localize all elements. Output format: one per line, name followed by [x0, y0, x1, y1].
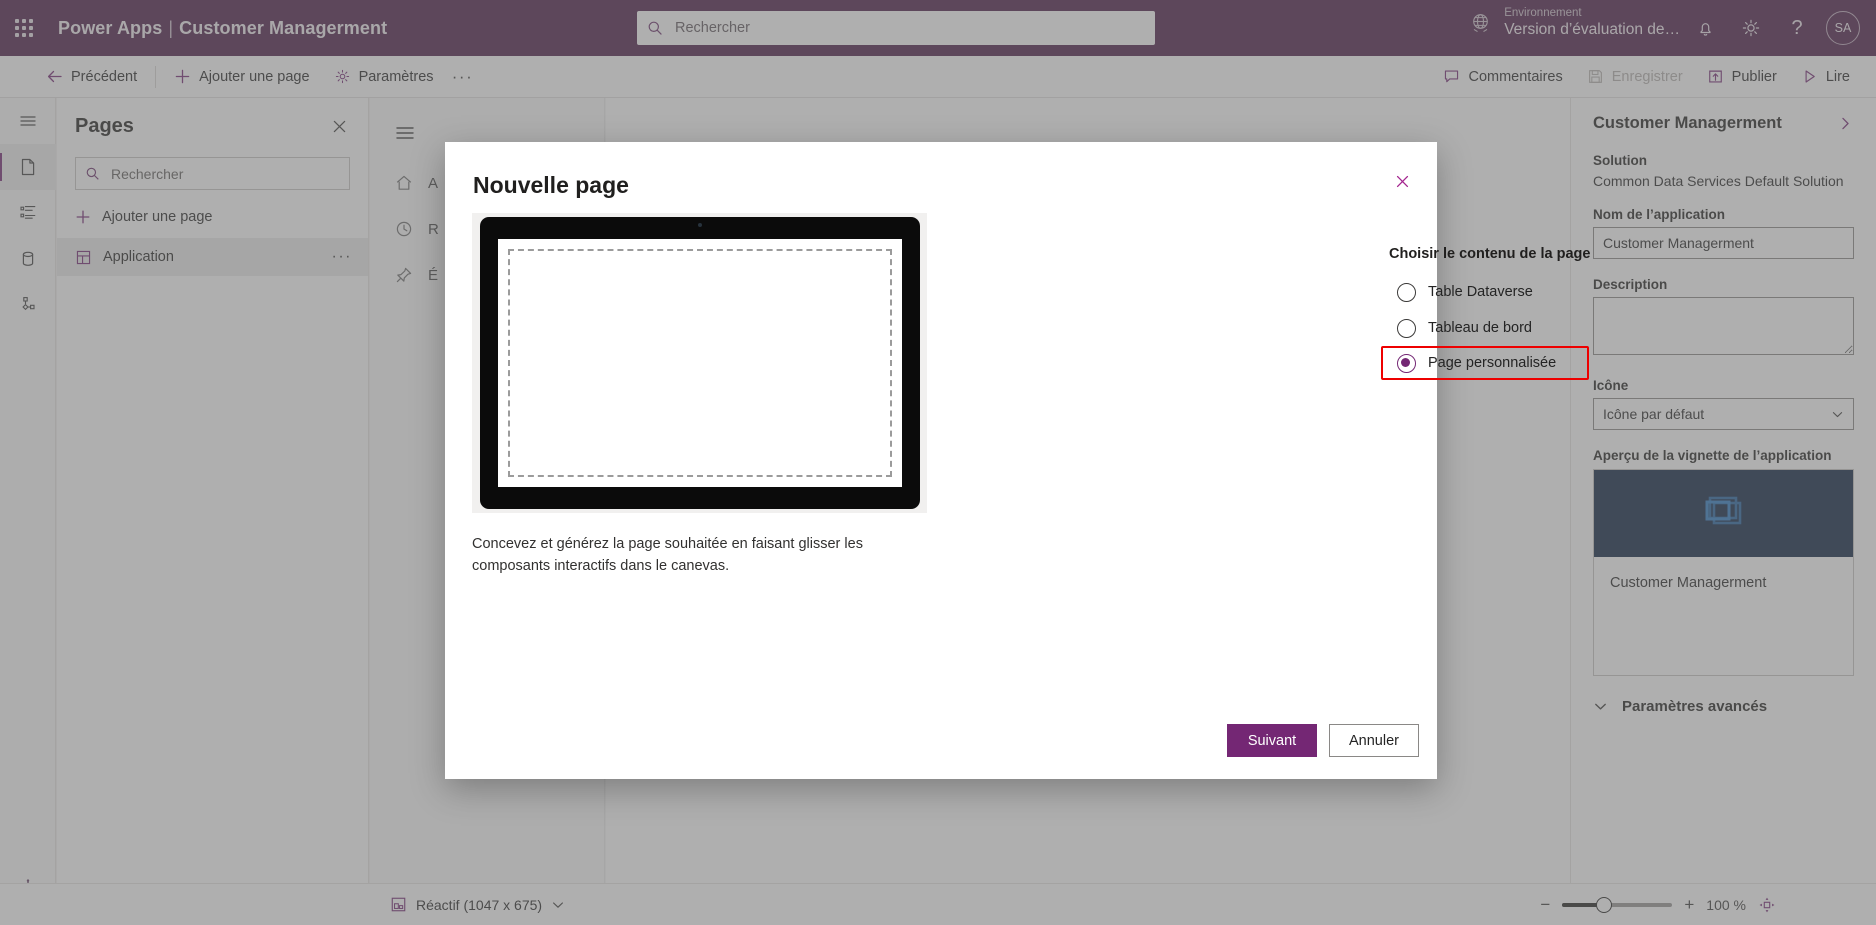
radio-icon: [1397, 318, 1416, 338]
radio-option-dataverse-table-label: Table Dataverse: [1428, 284, 1533, 300]
radio-option-dataverse-table[interactable]: Table Dataverse: [1389, 274, 1809, 310]
close-icon[interactable]: [1385, 164, 1419, 198]
page-type-preview: [472, 213, 927, 513]
power-apps-designer: Power Apps|Customer Managerment Environn…: [0, 0, 1876, 925]
dialog-actions: Suivant Annuler: [1227, 724, 1419, 757]
new-page-dialog: Nouvelle page Concevez et générez la pag…: [445, 142, 1590, 779]
device-frame-illustration: [479, 217, 920, 509]
device-dashed-region: [507, 249, 892, 477]
radio-icon-checked: [1397, 353, 1416, 373]
device-screen: [497, 239, 902, 487]
next-button[interactable]: Suivant: [1227, 724, 1317, 757]
radio-icon: [1397, 282, 1416, 302]
radio-option-dashboard[interactable]: Tableau de bord: [1389, 310, 1809, 346]
page-content-options-label: Choisir le contenu de la page: [1389, 246, 1591, 262]
radio-option-custom-page[interactable]: Page personnalisée: [1381, 346, 1589, 380]
dialog-description: Concevez et générez la page souhaitée en…: [472, 536, 863, 575]
dialog-title: Nouvelle page: [473, 172, 629, 198]
radio-option-dashboard-label: Tableau de bord: [1428, 320, 1532, 336]
radio-option-custom-page-label: Page personnalisée: [1428, 355, 1557, 371]
cancel-button[interactable]: Annuler: [1329, 724, 1419, 757]
page-content-options: Choisir le contenu de la page Table Data…: [1381, 246, 1809, 380]
